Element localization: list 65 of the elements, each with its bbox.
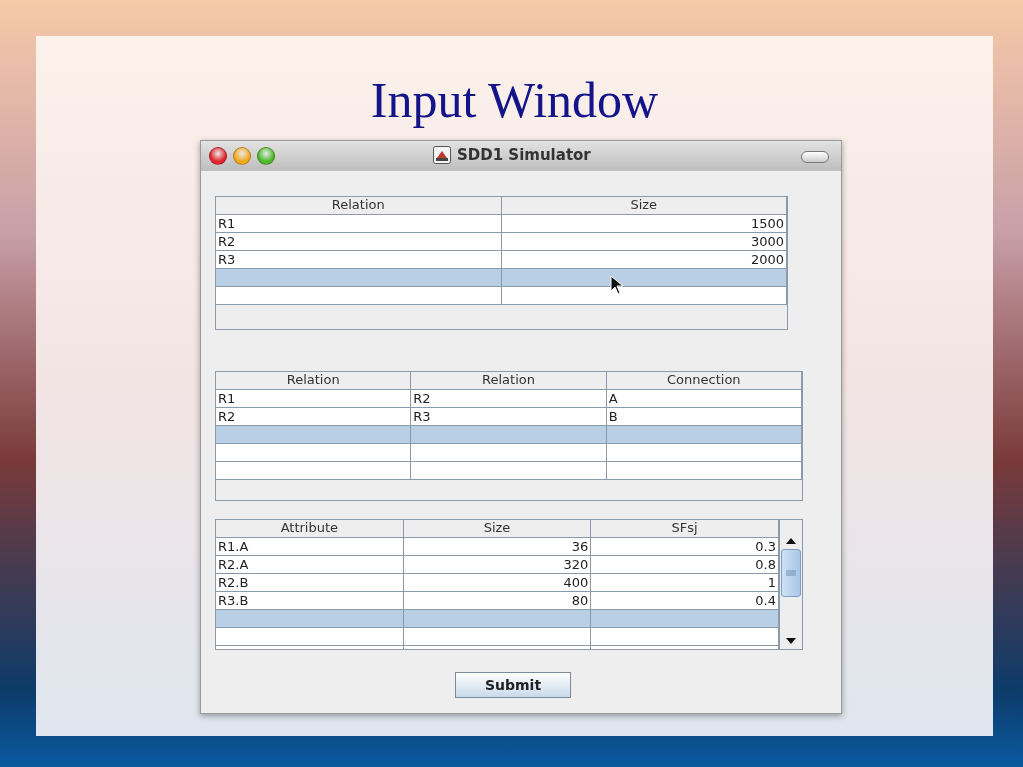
column-header[interactable]: Relation bbox=[216, 372, 412, 390]
table-cell[interactable]: 1 bbox=[591, 574, 779, 592]
table-cell[interactable]: R2 bbox=[216, 233, 502, 251]
column-header[interactable]: Relation bbox=[411, 372, 607, 390]
selected-table-cell[interactable] bbox=[606, 426, 802, 444]
column-header[interactable]: Size bbox=[403, 520, 592, 538]
column-header[interactable]: Size bbox=[501, 197, 787, 215]
table-cell[interactable]: 80 bbox=[403, 592, 592, 610]
table-cell[interactable]: R3.B bbox=[216, 592, 404, 610]
table-cell[interactable]: R1.A bbox=[216, 538, 404, 556]
table-cell[interactable] bbox=[403, 628, 592, 646]
table-cell[interactable]: 1500 bbox=[501, 215, 787, 233]
table-cell[interactable] bbox=[591, 628, 779, 646]
slide-title: Input Window bbox=[370, 71, 659, 130]
cursor-icon bbox=[610, 275, 624, 295]
column-header[interactable]: Connection bbox=[606, 372, 802, 390]
scroll-down-icon[interactable] bbox=[786, 638, 796, 644]
window-title: SDD1 Simulator bbox=[457, 146, 591, 164]
table-cell[interactable] bbox=[216, 444, 412, 462]
column-header[interactable]: Relation bbox=[216, 197, 502, 215]
table-cell[interactable]: A bbox=[606, 390, 802, 408]
table-cell[interactable]: R1 bbox=[216, 390, 412, 408]
table-cell[interactable]: R1 bbox=[216, 215, 502, 233]
scroll-up-icon[interactable] bbox=[786, 538, 796, 544]
table-cell[interactable]: R2 bbox=[216, 408, 412, 426]
selected-table-cell[interactable] bbox=[216, 426, 412, 444]
table-cell[interactable]: 0.8 bbox=[591, 556, 779, 574]
table-cell[interactable] bbox=[411, 444, 607, 462]
toolbar-toggle-button[interactable] bbox=[801, 151, 829, 163]
table-cell[interactable] bbox=[216, 462, 412, 480]
table-cell[interactable]: 2000 bbox=[501, 251, 787, 269]
table-cell[interactable]: 3000 bbox=[501, 233, 787, 251]
table-cell[interactable]: R2.B bbox=[216, 574, 404, 592]
submit-button[interactable]: Submit bbox=[455, 672, 571, 698]
table-cell[interactable]: R3 bbox=[216, 251, 502, 269]
scrollbar[interactable] bbox=[779, 520, 802, 649]
table-cell[interactable]: R3 bbox=[411, 408, 607, 426]
table-cell[interactable]: R2 bbox=[411, 390, 607, 408]
selected-table-cell[interactable] bbox=[403, 610, 592, 628]
table-cell[interactable] bbox=[501, 287, 787, 305]
table-cell[interactable]: R2.A bbox=[216, 556, 404, 574]
grip-icon bbox=[786, 570, 796, 576]
table-cell[interactable]: 320 bbox=[403, 556, 592, 574]
column-header[interactable]: SFsj bbox=[591, 520, 779, 538]
selected-table-cell[interactable] bbox=[591, 610, 779, 628]
table-cell[interactable] bbox=[411, 462, 607, 480]
table-cell[interactable] bbox=[216, 287, 502, 305]
scroll-thumb[interactable] bbox=[781, 549, 801, 597]
table-cell[interactable]: 400 bbox=[403, 574, 592, 592]
app-icon bbox=[433, 146, 451, 164]
selected-table-cell[interactable] bbox=[216, 610, 404, 628]
table-cell[interactable] bbox=[216, 628, 404, 646]
table-cell[interactable]: 0.3 bbox=[591, 538, 779, 556]
column-header[interactable]: Attribute bbox=[216, 520, 404, 538]
selected-table-cell[interactable] bbox=[216, 269, 502, 287]
table-cell[interactable]: 0.4 bbox=[591, 592, 779, 610]
zoom-button[interactable] bbox=[257, 147, 275, 165]
minimize-button[interactable] bbox=[233, 147, 251, 165]
close-button[interactable] bbox=[209, 147, 227, 165]
table-cell[interactable] bbox=[606, 444, 802, 462]
selected-table-cell[interactable] bbox=[501, 269, 787, 287]
table-cell[interactable] bbox=[606, 462, 802, 480]
table-cell[interactable]: 36 bbox=[403, 538, 592, 556]
table-cell[interactable]: B bbox=[606, 408, 802, 426]
selected-table-cell[interactable] bbox=[411, 426, 607, 444]
